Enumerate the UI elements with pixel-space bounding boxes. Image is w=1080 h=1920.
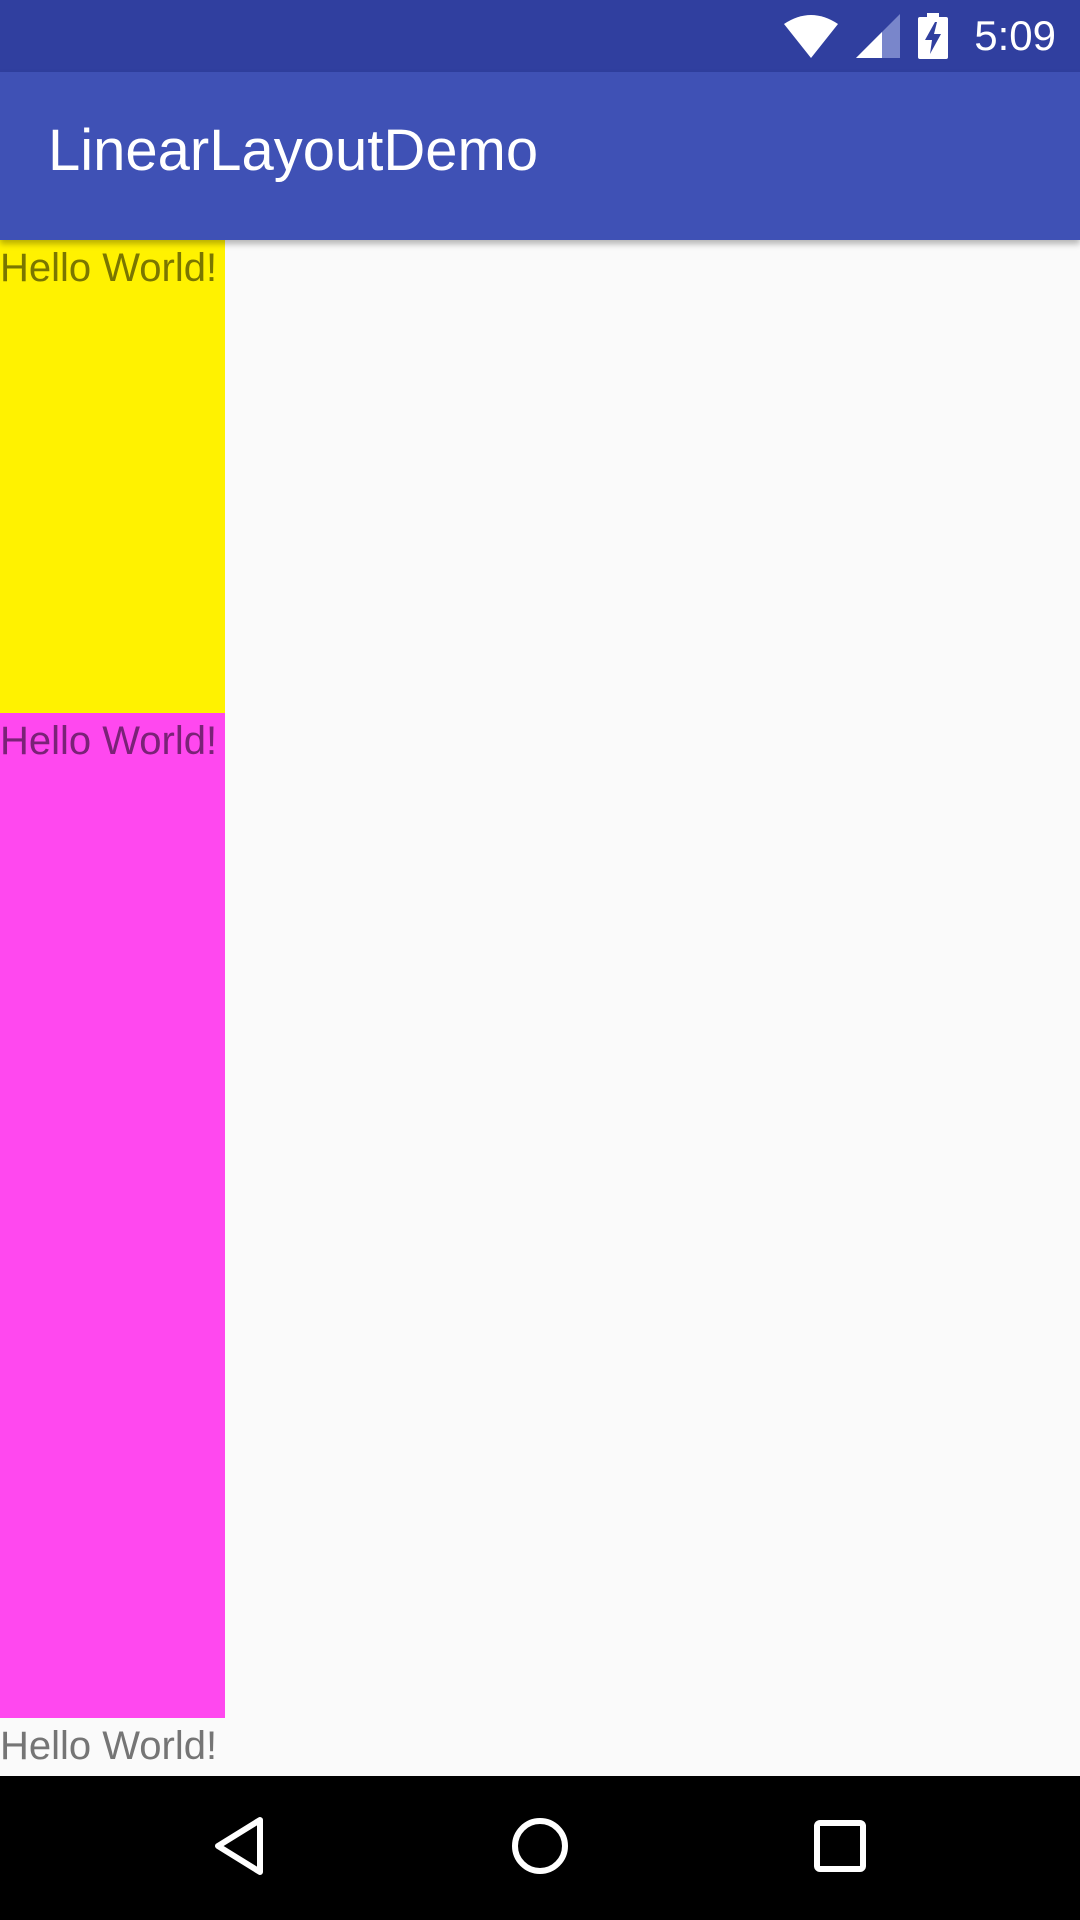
- home-icon: [510, 1816, 570, 1881]
- app-title: LinearLayoutDemo: [48, 118, 539, 183]
- recents-icon: [812, 1818, 868, 1879]
- battery-charging-icon: [918, 13, 949, 59]
- status-bar: 5:09: [0, 0, 1080, 72]
- back-button[interactable]: [204, 1812, 276, 1884]
- hello-world-text-plain: Hello World!: [0, 1724, 218, 1768]
- home-button[interactable]: [504, 1812, 576, 1884]
- wifi-icon: [784, 14, 839, 58]
- hello-world-text-magenta: Hello World!: [0, 713, 225, 1718]
- navigation-bar: [0, 1776, 1080, 1920]
- status-icons: 5:09: [784, 0, 1056, 72]
- status-time: 5:09: [974, 12, 1056, 59]
- back-icon: [212, 1816, 268, 1881]
- recents-button[interactable]: [804, 1812, 876, 1884]
- cell-signal-icon: [856, 14, 901, 58]
- app-bar: LinearLayoutDemo: [0, 72, 1080, 240]
- linear-layout: Hello World! Hello World! Hello World!: [0, 240, 1080, 1776]
- hello-world-text-yellow: Hello World!: [0, 240, 225, 713]
